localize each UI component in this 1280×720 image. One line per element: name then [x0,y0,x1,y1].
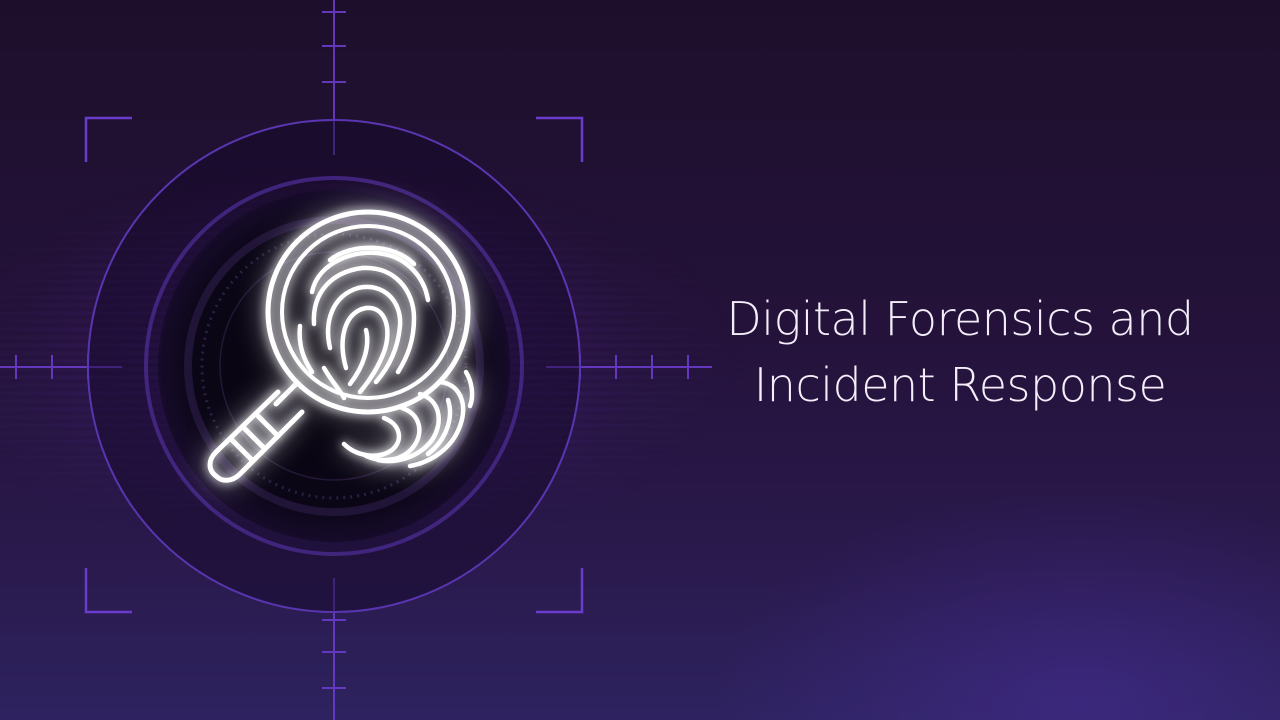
inner-disc [158,190,510,542]
title-line-2: Incident Response [753,358,1167,412]
title-line-1: Digital Forensics and [726,292,1194,346]
fingerprint-magnifier-icon [0,0,712,720]
page-title: Digital Forensics and Incident Response [700,286,1220,418]
hero-banner: Digital Forensics and Incident Response [0,0,1280,720]
